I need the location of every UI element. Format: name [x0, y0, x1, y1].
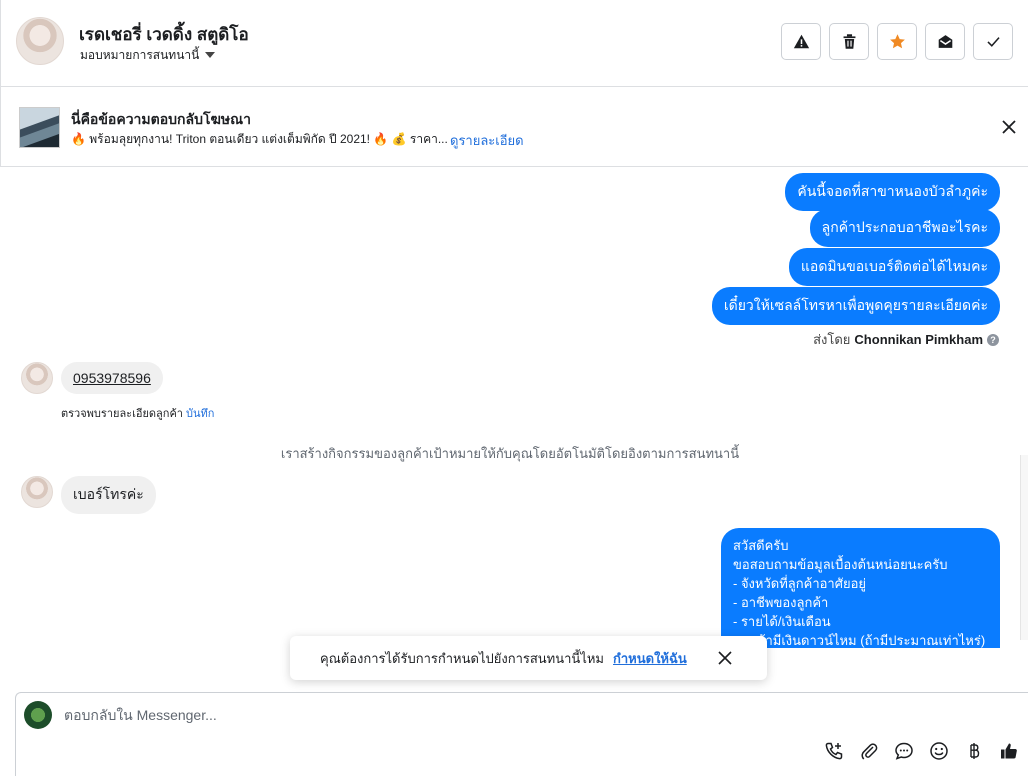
mark-spam-button[interactable] — [781, 23, 821, 60]
assign-to-me-link[interactable]: กำหนดให้ฉัน — [613, 648, 687, 669]
sent-by-label: ส่งโดย Chonnikan Pimkham ? — [813, 329, 999, 350]
phone-add-icon[interactable] — [823, 740, 845, 762]
conversation-header: เรดเชอรี่ เวดดิ้ง สตูดิโอ มอบหมายการสนทน… — [0, 0, 1028, 87]
incoming-phone-message[interactable]: 0953978596 — [61, 362, 163, 394]
incoming-message[interactable]: เบอร์โทรค่ะ — [61, 476, 156, 514]
thumbs-up-icon[interactable] — [998, 740, 1020, 762]
ad-details-link[interactable]: ดูรายละเอียด — [450, 130, 524, 151]
conversation-actions — [781, 23, 1013, 60]
assign-toast: คุณต้องการได้รับการกำหนดไปยังการสนทนานี้… — [290, 636, 767, 680]
ad-thumbnail[interactable] — [19, 107, 60, 148]
message-thread[interactable]: คันนี้จอดที่สาขาหนองบัวลำภูค่ะ ลูกค้าประ… — [0, 167, 1020, 691]
mark-done-button[interactable] — [973, 23, 1013, 60]
page-avatar — [24, 701, 52, 729]
star-icon — [889, 34, 905, 49]
smiley-icon[interactable] — [928, 740, 950, 762]
ad-reply-text: 🔥 พร้อมลุยทุกงาน! Triton ตอนเดียว แต่งเต… — [71, 132, 448, 146]
outgoing-message[interactable]: แอดมินขอเบอร์ติดต่อได้ไหมคะ — [788, 248, 1000, 286]
outgoing-message[interactable]: ลูกค้าประกอบอาชีพอะไรคะ — [809, 209, 1000, 247]
message-line: - จังหวัดที่ลูกค้าอาศัยอยู่ — [733, 576, 867, 591]
reply-composer — [15, 692, 1028, 776]
message-line: - รายได้/เงินเดือน — [733, 614, 831, 629]
outgoing-message[interactable]: คันนี้จอดที่สาขาหนองบัวลำภูค่ะ — [785, 173, 1000, 211]
contact-avatar-small — [21, 362, 53, 394]
trash-icon — [843, 34, 855, 49]
message-line: - อาชีพของลูกค้า — [733, 595, 829, 610]
help-icon[interactable]: ? — [987, 333, 999, 346]
contact-avatar[interactable] — [16, 17, 64, 65]
mark-unread-button[interactable] — [925, 23, 965, 60]
customer-detail-note: ตรวจพบรายละเอียดลูกค้า บันทึก — [61, 404, 214, 422]
message-line: สวัสดีครับ — [733, 538, 789, 553]
star-button[interactable] — [877, 23, 917, 60]
close-icon[interactable] — [998, 116, 1020, 138]
message-line: ขอสอบถามข้อมูลเบื้องต้นหน่อยนะครับ — [733, 557, 948, 572]
assign-label: มอบหมายการสนทนานี้ — [80, 48, 200, 62]
assign-conversation-dropdown[interactable]: มอบหมายการสนทนานี้ — [80, 46, 216, 65]
sent-by-prefix: ส่งโดย — [813, 332, 851, 347]
system-message: เราสร้างกิจกรรมของลูกค้าเป้าหมายให้กับคุ… — [280, 446, 740, 461]
outgoing-message[interactable]: เดี๋ยวให้เซลล์โทรหาเพื่อพูดคุยรายละเอียด… — [711, 287, 1000, 325]
save-detail-link[interactable]: บันทึก — [186, 408, 214, 420]
baht-icon[interactable] — [963, 740, 985, 762]
reply-input[interactable] — [64, 703, 964, 727]
outgoing-long-message[interactable]: สวัสดีครับ ขอสอบถามข้อมูลเบื้องต้นหน่อยน… — [721, 528, 1000, 648]
ad-reply-banner: นี่คือข้อความตอบกลับโฆษณา 🔥 พร้อมลุยทุกง… — [0, 87, 1028, 167]
check-icon — [986, 37, 1000, 47]
contact-name[interactable]: เรดเชอรี่ เวดดิ้ง สตูดิโอ — [79, 21, 249, 48]
contact-avatar-small — [21, 476, 53, 508]
composer-tools — [823, 740, 1020, 762]
message-line: - ลูกค้ามีเงินดาวน์ไหม (ถ้ามีประมาณเท่าไ… — [733, 633, 986, 648]
customer-detail-text: ตรวจพบรายละเอียดลูกค้า — [61, 408, 183, 420]
close-icon[interactable] — [715, 648, 735, 668]
assign-toast-text: คุณต้องการได้รับการกำหนดไปยังการสนทนานี้… — [320, 650, 604, 666]
sender-name: Chonnikan Pimkham — [854, 332, 983, 347]
side-panel-edge — [1020, 455, 1028, 640]
paperclip-icon[interactable] — [858, 740, 880, 762]
envelope-open-icon — [938, 35, 952, 48]
delete-button[interactable] — [829, 23, 869, 60]
warning-icon — [793, 34, 809, 49]
chat-bubble-icon[interactable] — [893, 740, 915, 762]
caret-down-icon — [205, 51, 216, 58]
ad-reply-title: นี่คือข้อความตอบกลับโฆษณา — [71, 111, 251, 127]
